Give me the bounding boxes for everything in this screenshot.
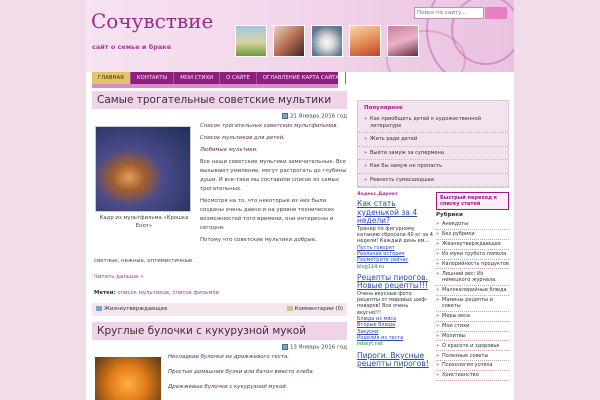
popular-item[interactable]: Как приобщить детей к художественной лит… (358, 113, 508, 133)
rubric-item[interactable]: Психология успеха (436, 361, 509, 372)
popular-item[interactable]: Жить ради детей (358, 133, 508, 147)
post-title[interactable]: Круглые булочки с кукурузной мукой (92, 322, 347, 340)
post-paragraph: Несладкие булочки из дрожжевого теста. (168, 353, 289, 360)
post-body: Несладкие булочки из дрожжевого теста. П… (168, 353, 348, 392)
rubric-item[interactable]: Мамины рецепты и советы (436, 296, 509, 312)
nav-underline (92, 84, 338, 88)
cartoon-image[interactable] (95, 125, 191, 212)
post-paragraph: Любимые мультики. (200, 146, 258, 153)
ad-title[interactable]: Как стать худенькой за 4 недели? (357, 200, 433, 226)
comments-link[interactable]: Комментарии (0) (295, 306, 343, 312)
nav-item-contacts[interactable]: КОНТАКТЫ (131, 72, 175, 84)
tag-separator: , (168, 289, 171, 296)
search-input[interactable] (414, 7, 484, 19)
tags-label: Метки: (94, 289, 116, 296)
calendar-icon (281, 113, 288, 119)
rubric-item[interactable]: Меры веса (436, 312, 509, 322)
post-paragraph: Список мультиков для детей. (200, 134, 285, 141)
post-title[interactable]: Самые трогательные советские мультики (92, 91, 347, 109)
popular-item[interactable]: Выйти замуж за супермена (358, 147, 508, 160)
post-paragraph: Список трогательных советских мультфильм… (200, 122, 339, 129)
comment-icon (286, 306, 293, 311)
post-article: Самые трогательные советские мультики 21… (92, 91, 347, 316)
rubric-item[interactable]: Калорийность продуктов (436, 260, 509, 270)
ad-text: Очень вкусные фото рецепты от мировых ше… (357, 290, 428, 316)
ad-domain: blog114.ru (357, 263, 385, 270)
tag-link[interactable]: список фильмов (172, 290, 219, 296)
site-header: Сочувствие сайт о семье и браке (86, 0, 514, 72)
popular-heading: Популярное (364, 105, 403, 111)
rubrics-list: Анекдоты Без рубрики Жизнеутверждающее И… (436, 220, 509, 381)
fast-jump-link[interactable]: Быстрый переход к списку статей (436, 192, 509, 210)
rubric-item[interactable]: Лишний вес: Из немецкого журнала. (436, 269, 509, 286)
rubric-item[interactable]: Анекдоты (436, 220, 509, 230)
header-photo-doves (311, 25, 343, 57)
nav-item-about[interactable]: О САЙТЕ (220, 72, 257, 84)
ads-label: Яндекс.Директ (357, 192, 398, 197)
rubric-item[interactable]: О красоте и здоровье (436, 341, 509, 352)
post-paragraph: светлые, нежные, оптимистичные. (94, 257, 194, 264)
ads-column: Яндекс.Директ Как стать худенькой за 4 н… (357, 192, 433, 369)
rubrics-heading: Рубрики (436, 212, 463, 218)
header-photo-kids (387, 25, 419, 57)
ad-title[interactable]: Рецепты пирогов. Новые рецепты!!! (357, 273, 433, 291)
calendar-icon (281, 344, 288, 350)
rubrics-widget: Быстрый переход к списку статей Рубрики … (436, 192, 509, 381)
rubric-item[interactable]: Полезные советы (436, 351, 509, 362)
popular-item[interactable]: Ревность сумасшедшая (358, 174, 508, 187)
search-button[interactable] (485, 7, 507, 19)
content-wrapper: Сочувствие сайт о семье и браке ГЛАВНАЯ … (86, 0, 514, 400)
nav-item-home[interactable]: ГЛАВНАЯ (92, 72, 131, 84)
read-more-link[interactable]: Читать дальше » (94, 274, 144, 280)
page: Сочувствие сайт о семье и браке ГЛАВНАЯ … (0, 0, 600, 400)
nav-item-sitemap[interactable]: ОГЛАВЛЕНИЕ КАРТА САЙТА (257, 72, 347, 84)
popular-item[interactable]: Как бы замуж не пропасть (358, 160, 508, 174)
ad-domain: rebeyt.net (357, 341, 383, 348)
post-paragraph: Дрожжевые булочки с кукурузной мукой. (168, 383, 288, 390)
post-paragraph: Потому что советские мультики добрые, (200, 236, 317, 243)
rubric-item[interactable]: Малокалорийные блюда (436, 286, 509, 296)
rubric-item[interactable]: Из муки грубого помола (436, 250, 509, 260)
header-photo-family (349, 25, 381, 57)
rubric-item[interactable]: Без рубрики (436, 230, 509, 240)
ad-title[interactable]: Пироги. Вкусные рецепты пирогов! (357, 351, 433, 369)
popular-list: Как приобщить детей к художественной лит… (358, 113, 508, 187)
post-paragraph: Все наши советские мультики замечательны… (200, 158, 347, 192)
post-body: Список трогательных советских мультфильм… (200, 122, 348, 245)
site-description: сайт о семье и браке (92, 43, 172, 51)
category-link[interactable]: Жизнеутверждающее (104, 306, 167, 312)
post-tags: Метки: список мультиков, список фильмов (94, 290, 219, 296)
rubric-item[interactable]: Христианство (436, 371, 509, 381)
post-paragraph: Несмотря на то, что некоторые из них был… (200, 197, 335, 231)
nav-item-poems[interactable]: МОИ СТИХИ (174, 72, 221, 84)
site-title[interactable]: Сочувствие (91, 9, 213, 33)
main-navigation: ГЛАВНАЯ КОНТАКТЫ МОИ СТИХИ О САЙТЕ ОГЛАВ… (92, 72, 347, 84)
post-article: Круглые булочки с кукурузной мукой 13 Ян… (92, 322, 347, 400)
image-caption: Кадр из мультфильма «Крошка Енот» (99, 214, 189, 229)
rubric-item[interactable]: Молитвы (436, 332, 509, 342)
ad-text: Тренер по фигурному катанию сбросила 40 … (357, 225, 433, 245)
rubric-item[interactable]: Мои стихи (436, 322, 509, 332)
post-figure: Кадр из мультфильма «Крошка Енот» (95, 125, 193, 230)
post-category: Жизнеутверждающее (96, 306, 167, 312)
folder-icon (96, 306, 102, 311)
post-comments: Комментарии (0) (286, 306, 343, 312)
header-photo-landscape (235, 25, 267, 57)
rubric-item[interactable]: Жизнеутверждающее (436, 240, 509, 250)
post-paragraph: Простые домашние булки или батон вместо … (168, 368, 315, 375)
tag-link[interactable]: список мультиков (117, 290, 168, 296)
popular-widget: Популярное Как приобщить детей к художес… (357, 100, 509, 188)
post-footer: Жизнеутверждающее Комментарии (0) (92, 302, 347, 316)
buns-image[interactable] (95, 356, 161, 400)
header-photo-couple (273, 25, 305, 57)
